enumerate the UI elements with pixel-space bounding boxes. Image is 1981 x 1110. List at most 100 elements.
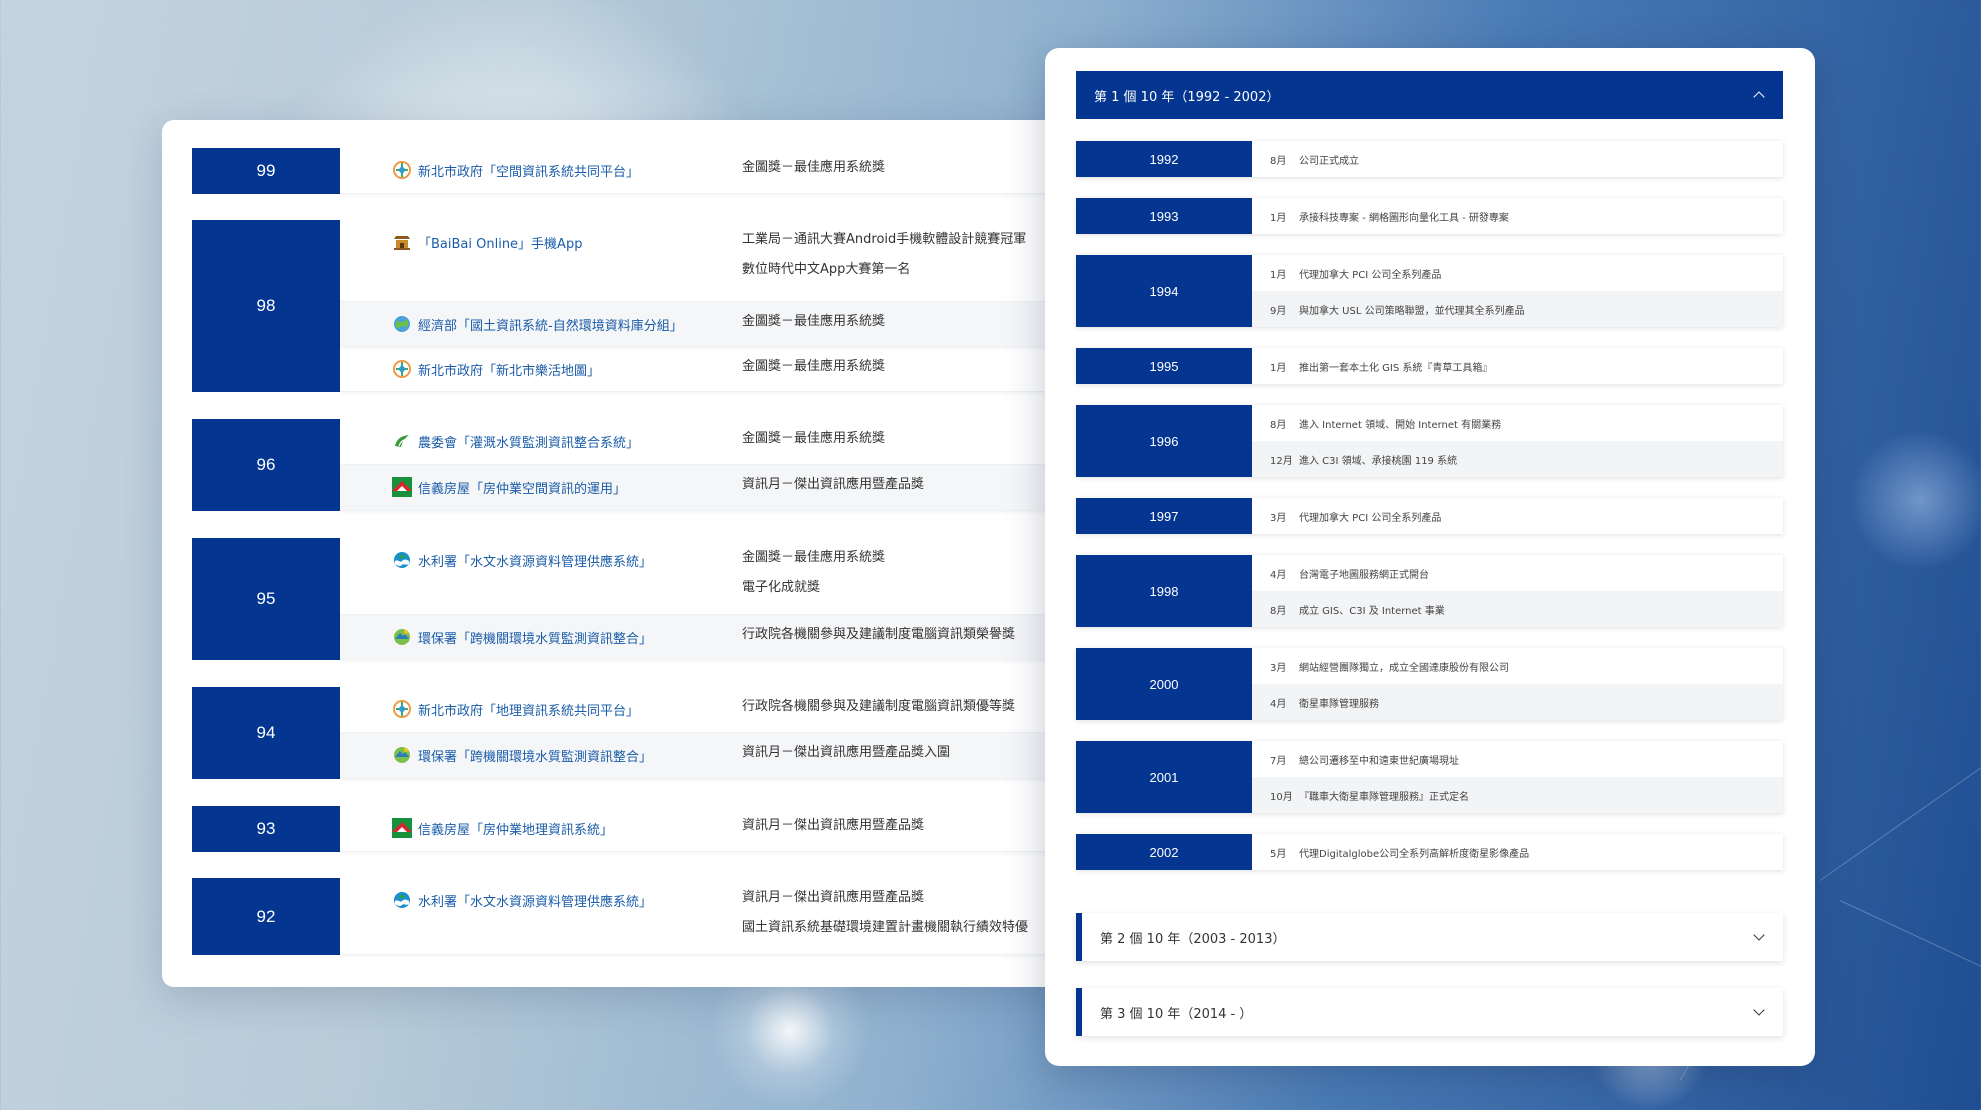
event-text: 總公司遷移至中和遠東世紀廣場現址 <box>1299 755 1459 767</box>
award-project[interactable]: 「BaiBai Online」手機App <box>392 232 582 252</box>
award-project-name: 「BaiBai Online」手機App <box>418 236 583 252</box>
event-text: 成立 GIS、C3I 及 Internet 事業 <box>1299 605 1445 617</box>
timeline-event: 9月 與加拿大 USL 公司策略聯盟，並代理其全系列產品 <box>1252 291 1783 327</box>
award-year: 98 <box>192 220 340 392</box>
award-prizes: 資訊月－傑出資訊應用暨產品獎 <box>742 811 924 841</box>
chevron-up-icon <box>1753 91 1765 103</box>
award-project[interactable]: 經濟部「國土資訊系統-自然環境資料庫分組」 <box>392 314 683 334</box>
history-timeline-panel: 第 1 個 10 年（1992 - 2002） 1992 8月 公司正式成立 19… <box>1045 48 1815 1066</box>
timeline-year: 1995 <box>1076 348 1252 384</box>
award-group-96: 96 農委會「灌溉水質監測資訊整合系統」 金圖獎－最佳應用系統獎 信義房屋「房仲… <box>192 419 1182 511</box>
award-prize: 金圖獎－最佳應用系統獎 <box>742 359 886 374</box>
award-prizes: 金圖獎－最佳應用系統獎 <box>742 424 885 454</box>
event-month: 1月 <box>1270 212 1287 224</box>
decade-1-header[interactable]: 第 1 個 10 年（1992 - 2002） <box>1076 71 1783 119</box>
award-year: 95 <box>192 538 340 660</box>
award-prizes: 行政院各機關參與及建議制度電腦資訊類榮譽獎 <box>742 620 1015 650</box>
timeline-event: 1月 承接科技專案 - 網格圖形向量化工具 - 研發專案 <box>1252 198 1783 234</box>
timeline-year: 2000 <box>1076 648 1252 720</box>
award-project-name: 新北市政府「地理資訊系統共同平台」 <box>418 703 640 719</box>
event-month: 3月 <box>1270 662 1287 674</box>
award-project[interactable]: 水利署「水文水資源資料管理供應系統」 <box>392 550 652 570</box>
award-project[interactable]: 環保署「跨機關環境水質監測資訊整合」 <box>392 627 652 647</box>
award-year: 94 <box>192 687 340 779</box>
timeline-year-1997: 1997 3月 代理加拿大 PCI 公司全系列產品 <box>1076 498 1783 534</box>
decade-title: 第 1 個 10 年（1992 - 2002） <box>1094 89 1280 105</box>
sinyi-logo-icon <box>392 477 412 497</box>
award-prize: 行政院各機關參與及建議制度電腦資訊類榮譽獎 <box>742 627 1016 642</box>
award-project[interactable]: 新北市政府「空間資訊系統共同平台」 <box>392 160 639 180</box>
event-month: 4月 <box>1270 698 1287 710</box>
event-text: 網站經營團隊獨立，成立全國達康股份有限公司 <box>1299 662 1509 674</box>
water-resources-logo-icon <box>392 890 412 910</box>
award-project[interactable]: 農委會「灌溉水質監測資訊整合系統」 <box>392 431 639 451</box>
award-project[interactable]: 環保署「跨機關環境水質監測資訊整合」 <box>392 745 652 765</box>
event-month: 8月 <box>1270 419 1287 431</box>
award-prize: 電子化成就獎 <box>742 580 821 595</box>
award-project-name: 新北市政府「空間資訊系統共同平台」 <box>418 164 640 180</box>
award-project-name: 環保署「跨機關環境水質監測資訊整合」 <box>418 631 653 647</box>
chevron-down-icon <box>1753 1004 1765 1016</box>
event-text: 『職車大衛星車隊管理服務』正式定名 <box>1299 791 1469 803</box>
event-month: 1月 <box>1270 269 1287 281</box>
event-text: 衛星車隊管理服務 <box>1299 698 1379 710</box>
award-project-name: 水利署「水文水資源資料管理供應系統」 <box>418 554 653 570</box>
timeline-year-1994: 1994 1月 代理加拿大 PCI 公司全系列產品 9月 與加拿大 USL 公司策略… <box>1076 255 1783 327</box>
award-project-name: 水利署「水文水資源資料管理供應系統」 <box>418 894 653 910</box>
awards-panel: 99 新北市政府「空間資訊系統共同平台」 金圖獎－最佳應用系統獎 98 「Bai… <box>162 120 1182 987</box>
decade-2-header[interactable]: 第 2 個 10 年（2003 - 2013） <box>1076 913 1783 961</box>
epa-logo-icon <box>392 627 412 647</box>
timeline-year: 1993 <box>1076 198 1252 234</box>
event-text: 進入 Internet 領域、開始 Internet 有關業務 <box>1299 419 1502 431</box>
award-project[interactable]: 新北市政府「地理資訊系統共同平台」 <box>392 699 639 719</box>
timeline-event: 5月 代理Digitalglobe公司全系列高解析度衛星影像產品 <box>1252 834 1783 870</box>
decade-3-header[interactable]: 第 3 個 10 年（2014 - ） <box>1076 988 1783 1036</box>
award-prize: 金圖獎－最佳應用系統獎 <box>742 160 886 175</box>
award-prize: 行政院各機關參與及建議制度電腦資訊類優等獎 <box>742 699 1016 714</box>
award-project-name: 經濟部「國土資訊系統-自然環境資料庫分組」 <box>418 318 683 334</box>
award-prizes: 資訊月－傑出資訊應用暨產品獎 國土資訊系統基礎環境建置計畫機關執行績效特優 <box>742 883 1028 943</box>
award-project[interactable]: 信義房屋「房仲業空間資訊的運用」 <box>392 477 626 497</box>
event-month: 10月 <box>1270 791 1293 803</box>
award-project[interactable]: 水利署「水文水資源資料管理供應系統」 <box>392 890 652 910</box>
award-prizes: 金圖獎－最佳應用系統獎 <box>742 153 885 183</box>
new-taipei-logo-icon <box>392 699 412 719</box>
event-month: 4月 <box>1270 569 1287 581</box>
event-month: 9月 <box>1270 305 1287 317</box>
event-month: 7月 <box>1270 755 1287 767</box>
timeline-event: 1月 代理加拿大 PCI 公司全系列產品 <box>1252 255 1783 291</box>
award-prizes: 資訊月－傑出資訊應用暨產品獎入圍 <box>742 738 950 768</box>
timeline-event: 4月 台灣電子地圖服務網正式開台 <box>1252 555 1783 591</box>
event-month: 1月 <box>1270 362 1287 374</box>
water-resources-logo-icon <box>392 550 412 570</box>
award-prize: 國土資訊系統基礎環境建置計畫機關執行績效特優 <box>742 920 1029 935</box>
event-text: 代理加拿大 PCI 公司全系列產品 <box>1299 512 1442 524</box>
award-prizes: 行政院各機關參與及建議制度電腦資訊類優等獎 <box>742 692 1015 722</box>
award-prizes: 資訊月－傑出資訊應用暨產品獎 <box>742 470 924 500</box>
timeline-event: 3月 網站經營團隊獨立，成立全國達康股份有限公司 <box>1252 648 1783 684</box>
timeline-event: 3月 代理加拿大 PCI 公司全系列產品 <box>1252 498 1783 534</box>
epa-logo-icon <box>392 745 412 765</box>
event-text: 代理加拿大 PCI 公司全系列產品 <box>1299 269 1442 281</box>
award-group-92: 92 水利署「水文水資源資料管理供應系統」 資訊月－傑出資訊應用暨產品獎 國土資… <box>192 878 1182 955</box>
timeline-year-2000: 2000 3月 網站經營團隊獨立，成立全國達康股份有限公司 4月 衛星車隊管理服務 <box>1076 648 1783 720</box>
award-prizes: 金圖獎－最佳應用系統獎 <box>742 307 885 337</box>
award-group-98: 98 「BaiBai Online」手機App 工業局－通訊大賽Android手… <box>192 220 1182 392</box>
event-text: 公司正式成立 <box>1299 155 1359 167</box>
award-project[interactable]: 信義房屋「房仲業地理資訊系統」 <box>392 818 613 838</box>
event-month: 8月 <box>1270 155 1287 167</box>
event-month: 3月 <box>1270 512 1287 524</box>
event-text: 台灣電子地圖服務網正式開台 <box>1299 569 1429 581</box>
timeline-event: 8月 公司正式成立 <box>1252 141 1783 177</box>
timeline-year-2001: 2001 7月 總公司遷移至中和遠東世紀廣場現址 10月 『職車大衛星車隊管理服務』… <box>1076 741 1783 813</box>
timeline-year: 2001 <box>1076 741 1252 813</box>
timeline-year-1998: 1998 4月 台灣電子地圖服務網正式開台 8月 成立 GIS、C3I 及 Inte… <box>1076 555 1783 627</box>
award-project-name: 農委會「灌溉水質監測資訊整合系統」 <box>418 435 640 451</box>
award-group-93: 93 信義房屋「房仲業地理資訊系統」 資訊月－傑出資訊應用暨產品獎 <box>192 806 1182 852</box>
event-text: 承接科技專案 - 網格圖形向量化工具 - 研發專案 <box>1299 212 1509 224</box>
award-project-name: 信義房屋「房仲業地理資訊系統」 <box>418 822 614 838</box>
timeline-event: 8月 成立 GIS、C3I 及 Internet 事業 <box>1252 591 1783 627</box>
event-text: 進入 C3I 領域、承接桃園 119 系統 <box>1299 455 1458 467</box>
award-project[interactable]: 新北市政府「新北市樂活地圖」 <box>392 359 600 379</box>
award-prize: 工業局－通訊大賽Android手機軟體設計競賽冠軍 <box>742 232 1027 247</box>
